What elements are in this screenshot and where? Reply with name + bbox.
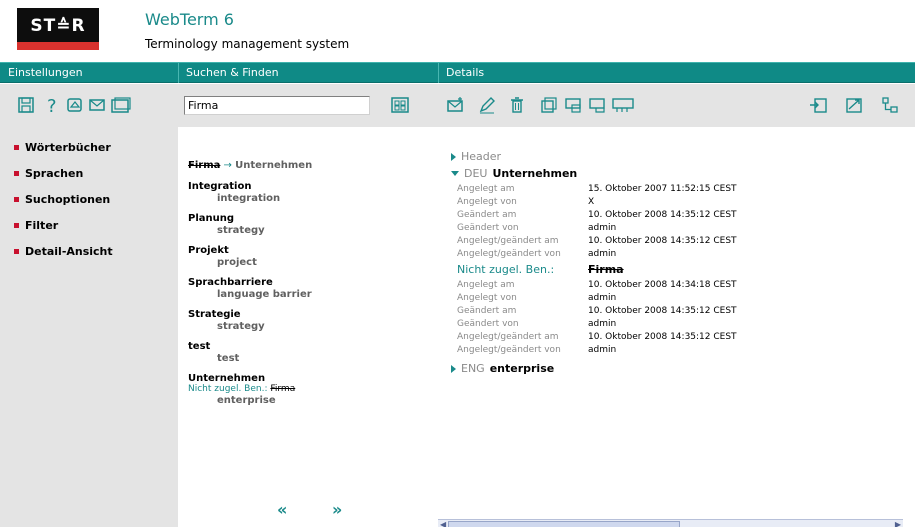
lang-code: ENG — [461, 362, 485, 375]
sidebar-item-sprachen[interactable]: Sprachen — [14, 167, 83, 180]
translation: integration — [217, 193, 281, 204]
compare-icon[interactable] — [612, 96, 634, 114]
list-item[interactable]: Integration integration — [188, 181, 280, 204]
target-term[interactable]: Unternehmen — [235, 160, 312, 171]
header-toggle[interactable]: Header — [451, 150, 501, 163]
sidebar-item-detail-ansicht[interactable]: Detail-Ansicht — [14, 245, 113, 258]
translation: strategy — [217, 225, 265, 236]
import-icon[interactable] — [809, 96, 827, 114]
dictionary-search-icon[interactable] — [391, 96, 409, 114]
sidebar-item-suchoptionen[interactable]: Suchoptionen — [14, 193, 110, 206]
expand-icon — [451, 364, 456, 373]
sidebar-item-label: Detail-Ansicht — [25, 245, 113, 258]
term-label: Unternehmen — [492, 167, 578, 180]
term[interactable]: test — [188, 341, 239, 352]
copy-icon[interactable] — [540, 96, 558, 114]
term[interactable]: Projekt — [188, 245, 257, 256]
term[interactable]: Unternehmen — [188, 373, 295, 384]
sidebar-item-label: Filter — [25, 219, 59, 232]
note-value: Firma — [270, 384, 296, 394]
print-icon[interactable] — [564, 96, 582, 114]
sidebar-item-label: Suchoptionen — [25, 193, 111, 206]
deu-toggle[interactable]: DEU Unternehmen — [451, 167, 577, 180]
edit-icon[interactable] — [478, 96, 496, 114]
translation: language barrier — [217, 289, 312, 300]
mail-icon[interactable] — [88, 96, 106, 114]
list-item[interactable]: Unternehmen Nicht zugel. Ben.: Firma ent… — [188, 373, 295, 406]
translation: test — [217, 353, 240, 364]
term-label: enterprise — [489, 362, 555, 375]
link-icon[interactable] — [845, 96, 863, 114]
details-panel: Header DEU Unternehmen Angelegt am 15. Ok… — [438, 127, 915, 527]
scroll-right-icon[interactable]: ▶ — [895, 520, 901, 527]
help-icon[interactable]: ? — [44, 96, 62, 114]
results-list: Firma → Unternehmen Integration integrat… — [178, 127, 438, 527]
sidebar-item-label: Sprachen — [25, 167, 84, 180]
lang-code: DEU — [464, 167, 488, 180]
header-label: Header — [461, 150, 502, 163]
results-header: Firma → Unternehmen — [188, 160, 312, 171]
translation: enterprise — [217, 395, 276, 406]
sidebar-item-filter[interactable]: Filter — [14, 219, 58, 232]
struck-term: Firma — [188, 160, 221, 171]
export-icon[interactable] — [588, 96, 606, 114]
section-bar: Einstellungen Suchen & Finden Details — [0, 62, 915, 83]
svg-text:?: ? — [47, 96, 57, 114]
save-icon[interactable] — [17, 96, 35, 114]
section-search: Suchen & Finden — [186, 66, 279, 79]
delete-icon[interactable] — [508, 96, 526, 114]
scrollbar-thumb[interactable] — [448, 521, 680, 527]
translation: project — [217, 257, 257, 268]
list-item[interactable]: Planung strategy — [188, 213, 265, 236]
window-icon[interactable] — [110, 96, 131, 114]
term[interactable]: Planung — [188, 213, 265, 224]
search-input[interactable] — [184, 96, 370, 115]
forbidden-label: Nicht zugel. Ben.: — [457, 263, 555, 276]
arrow-icon: → — [223, 160, 232, 171]
next-page-button[interactable]: » — [332, 500, 342, 519]
list-item[interactable]: Strategie strategy — [188, 309, 265, 332]
forbidden-value: Firma — [588, 263, 624, 276]
star-logo: ST≙R — [17, 8, 99, 50]
tree-icon[interactable] — [881, 96, 899, 114]
eng-toggle[interactable]: ENG enterprise — [451, 362, 554, 375]
new-entry-icon[interactable] — [446, 96, 464, 114]
term[interactable]: Strategie — [188, 309, 265, 320]
expand-icon — [451, 152, 456, 161]
term[interactable]: Sprachbarriere — [188, 277, 312, 288]
list-item[interactable]: Sprachbarriere language barrier — [188, 277, 312, 300]
scroll-left-icon[interactable]: ◀ — [440, 520, 446, 527]
term[interactable]: Integration — [188, 181, 280, 192]
collapse-icon — [451, 171, 459, 176]
note-label: Nicht zugel. Ben.: — [188, 384, 268, 394]
app-header: ST≙R WebTerm 6 Terminology management sy… — [0, 0, 915, 60]
section-settings: Einstellungen — [8, 66, 83, 79]
list-item[interactable]: test test — [188, 341, 239, 364]
app-subtitle: Terminology management system — [145, 37, 350, 51]
previous-page-button[interactable]: « — [277, 500, 287, 519]
sidebar-item-label: Wörterbücher — [25, 141, 111, 154]
list-item[interactable]: Projekt project — [188, 245, 257, 268]
section-details: Details — [446, 66, 485, 79]
logo-text: ST≙R — [30, 16, 86, 36]
horizontal-scrollbar[interactable]: ◀ ▶ — [438, 519, 903, 527]
app-title: WebTerm 6 — [145, 10, 234, 29]
translation: strategy — [217, 321, 265, 332]
sidebar — [0, 127, 178, 527]
sidebar-item-woerterbuecher[interactable]: Wörterbücher — [14, 141, 111, 154]
home-icon[interactable] — [66, 96, 84, 114]
